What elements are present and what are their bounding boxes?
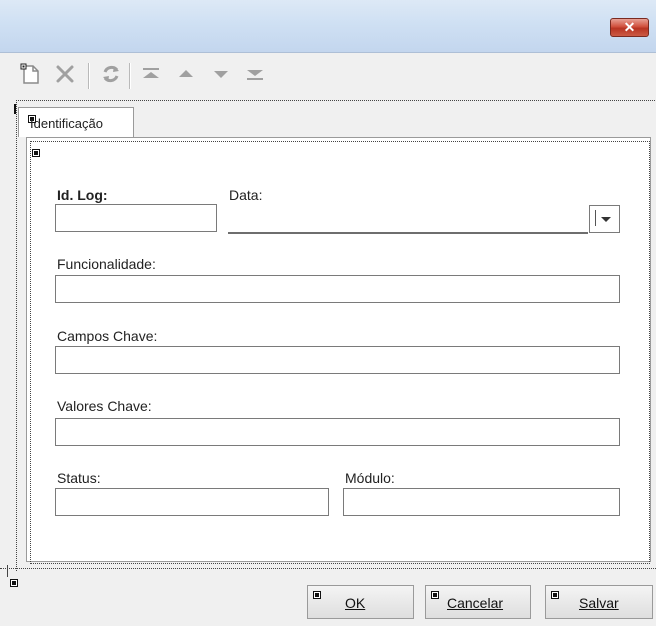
tab-identificacao-label: Identificação xyxy=(30,116,103,131)
salvar-button-label: Salvar xyxy=(579,595,619,611)
first-record-icon[interactable] xyxy=(140,63,162,85)
date-picker-divider xyxy=(592,210,596,226)
id-log-field[interactable] xyxy=(55,204,217,232)
status-field[interactable] xyxy=(55,488,329,516)
previous-record-icon[interactable] xyxy=(175,63,197,85)
status-label: Status: xyxy=(57,470,101,486)
panel-handle-icon xyxy=(32,149,40,157)
id-log-label: Id. Log: xyxy=(57,187,108,203)
next-record-icon[interactable] xyxy=(210,63,232,85)
anchor-marker xyxy=(7,565,11,577)
funcionalidade-field[interactable] xyxy=(55,275,620,303)
button-bar-handle-icon xyxy=(10,579,18,587)
button-handle-icon xyxy=(313,591,321,599)
close-icon: ✕ xyxy=(623,19,636,35)
campos-chave-label: Campos Chave: xyxy=(57,328,158,344)
toolbar xyxy=(0,53,656,97)
modulo-label: Módulo: xyxy=(345,470,395,486)
toolbar-separator xyxy=(129,63,131,89)
refresh-icon[interactable] xyxy=(100,63,122,85)
cancelar-button[interactable]: Cancelar xyxy=(425,585,531,619)
funcionalidade-label: Funcionalidade: xyxy=(57,256,156,272)
delete-icon[interactable] xyxy=(54,63,76,85)
button-handle-icon xyxy=(431,591,439,599)
data-label: Data: xyxy=(229,187,263,203)
valores-chave-label: Valores Chave: xyxy=(57,398,152,414)
new-document-icon[interactable] xyxy=(20,63,42,85)
chevron-down-icon xyxy=(601,217,611,222)
campos-chave-field[interactable] xyxy=(55,346,620,374)
ok-button[interactable]: OK xyxy=(307,585,414,619)
cancelar-button-label: Cancelar xyxy=(447,595,504,611)
modulo-field[interactable] xyxy=(343,488,620,516)
toolbar-separator xyxy=(88,63,90,89)
data-field[interactable] xyxy=(228,204,588,234)
salvar-button[interactable]: Salvar xyxy=(545,585,653,619)
window-titlebar: ✕ xyxy=(0,0,656,53)
date-picker-button[interactable] xyxy=(589,205,620,233)
valores-chave-field[interactable] xyxy=(55,418,620,446)
last-record-icon[interactable] xyxy=(244,63,266,85)
ok-button-label: OK xyxy=(345,595,366,611)
close-button[interactable]: ✕ xyxy=(610,18,649,37)
button-handle-icon xyxy=(551,591,559,599)
